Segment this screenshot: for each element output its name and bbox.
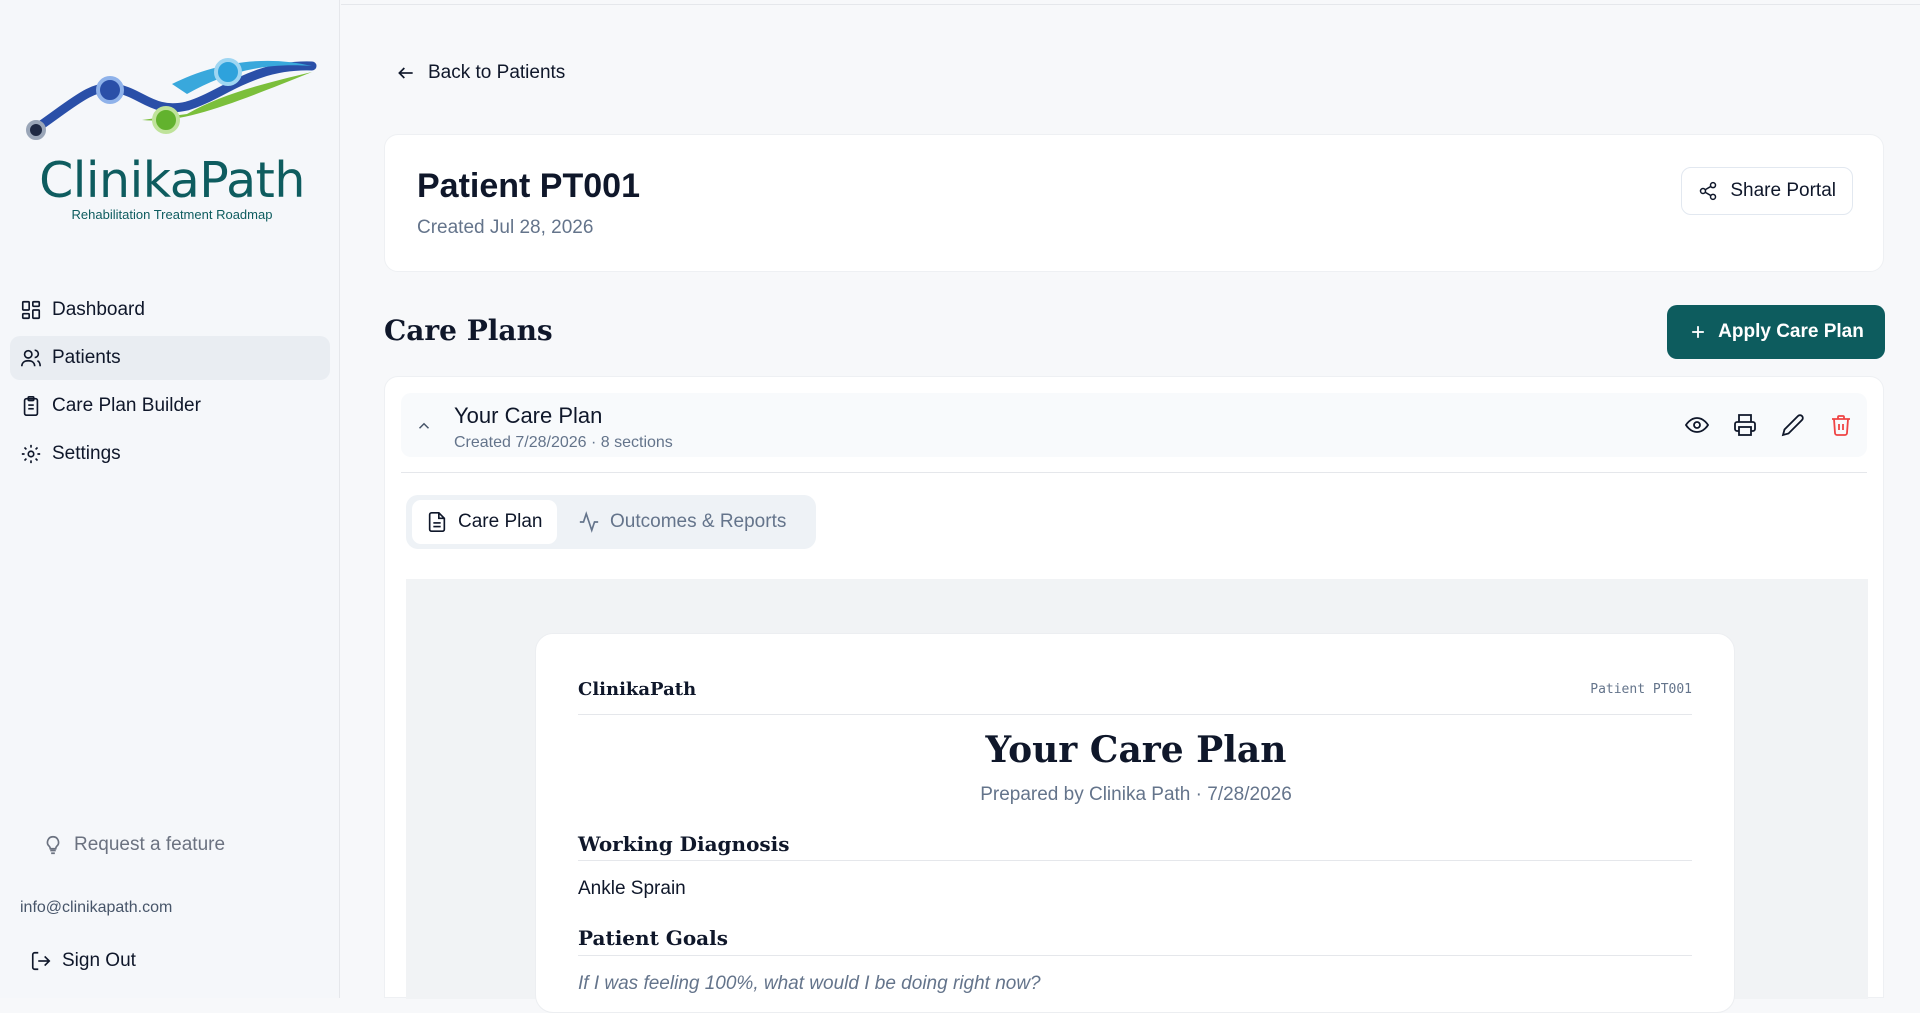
lightbulb-icon	[46, 835, 60, 855]
activity-icon	[579, 511, 599, 533]
document-brand: ClinikaPath	[578, 679, 697, 700]
care-plan-actions	[1661, 413, 1853, 437]
care-plan-subtitle: Created 7/28/2026 · 8 sections	[454, 434, 673, 451]
logo-name: ClinikaPath	[39, 152, 305, 209]
sidebar-item-care-plan-builder[interactable]: Care Plan Builder	[10, 384, 330, 428]
eye-icon[interactable]	[1685, 413, 1709, 437]
tab-label: Outcomes & Reports	[610, 511, 787, 532]
pencil-icon[interactable]	[1781, 413, 1805, 437]
document-prepared-by: Prepared by Clinika Path · 7/28/2026	[980, 784, 1292, 805]
clipboard-icon	[23, 396, 39, 416]
sidebar-item-label: Patients	[52, 347, 121, 368]
share-portal-label: Share Portal	[1730, 180, 1836, 201]
apply-care-plan-button[interactable]: Apply Care Plan	[1667, 305, 1885, 359]
card-divider	[401, 472, 1867, 473]
gear-icon	[21, 444, 41, 464]
sign-out-label: Sign Out	[62, 950, 136, 971]
document-title: Your Care Plan	[985, 729, 1287, 771]
section-text-working-diagnosis: Ankle Sprain	[578, 878, 686, 899]
plus-icon	[1692, 326, 1704, 338]
request-feature-link[interactable]: Request a feature	[42, 834, 225, 856]
section-text-patient-goals: If I was feeling 100%, what would I be d…	[578, 973, 1041, 994]
sign-out-icon	[31, 951, 51, 971]
sidebar-item-label: Dashboard	[52, 299, 145, 320]
care-plan-card: Your Care Plan Created 7/28/2026 · 8 sec…	[384, 376, 1884, 1013]
care-plan-tabs: Care Plan Outcomes & Reports	[406, 495, 816, 549]
care-plans-heading: Care Plans	[384, 314, 553, 347]
clinikapath-logo[interactable]: ClinikaPath Rehabilitation Treatment Roa…	[22, 44, 322, 234]
logo-tagline: Rehabilitation Treatment Roadmap	[71, 207, 273, 222]
sidebar-item-label: Care Plan Builder	[52, 395, 201, 416]
patient-created-date: Created Jul 28, 2026	[417, 217, 594, 238]
sidebar-item-settings[interactable]: Settings	[10, 432, 330, 476]
sidebar-item-patients[interactable]: Patients	[10, 336, 330, 380]
document-icon	[428, 512, 446, 532]
contact-email: info@clinikapath.com	[20, 899, 173, 916]
section-heading-patient-goals: Patient Goals	[578, 926, 728, 950]
care-plan-document: ClinikaPath Patient PT001 Your Care Plan…	[535, 633, 1735, 1013]
care-plan-title: Your Care Plan	[454, 403, 603, 428]
logo-graphic	[26, 58, 317, 140]
sidebar-nav: Dashboard Patients Care Plan Builder Set…	[10, 288, 330, 480]
tab-care-plan[interactable]: Care Plan	[412, 500, 557, 544]
top-divider	[341, 4, 1920, 5]
sign-out-button[interactable]: Sign Out	[30, 950, 136, 972]
section-rule	[578, 955, 1692, 956]
printer-icon[interactable]	[1733, 413, 1757, 437]
tab-label: Care Plan	[458, 511, 543, 532]
document-patient-id: Patient PT001	[1590, 682, 1692, 697]
patient-title: Patient PT001	[417, 167, 640, 205]
document-header-rule	[578, 714, 1692, 715]
sidebar-item-dashboard[interactable]: Dashboard	[10, 288, 330, 332]
back-to-patients-link[interactable]: Back to Patients	[396, 62, 565, 84]
care-plan-header[interactable]: Your Care Plan Created 7/28/2026 · 8 sec…	[401, 393, 1867, 457]
share-portal-button[interactable]: Share Portal	[1681, 167, 1853, 215]
document-preview-area: ClinikaPath Patient PT001 Your Care Plan…	[406, 579, 1868, 1013]
request-feature-label: Request a feature	[74, 834, 226, 855]
users-icon	[21, 349, 41, 367]
trash-icon[interactable]	[1829, 413, 1853, 437]
chevron-up-icon[interactable]	[415, 417, 433, 435]
share-icon	[1700, 181, 1717, 201]
dashboard-icon	[21, 300, 41, 320]
sidebar-item-label: Settings	[52, 443, 121, 464]
back-label: Back to Patients	[428, 62, 566, 83]
section-rule	[578, 860, 1692, 861]
patient-header-card: Patient PT001 Created Jul 28, 2026 Share…	[384, 134, 1884, 272]
sidebar: ClinikaPath Rehabilitation Treatment Roa…	[0, 0, 340, 998]
apply-care-plan-label: Apply Care Plan	[1718, 321, 1864, 342]
tab-outcomes-reports[interactable]: Outcomes & Reports	[564, 500, 800, 544]
section-heading-working-diagnosis: Working Diagnosis	[578, 832, 790, 856]
arrow-left-icon	[398, 67, 413, 79]
